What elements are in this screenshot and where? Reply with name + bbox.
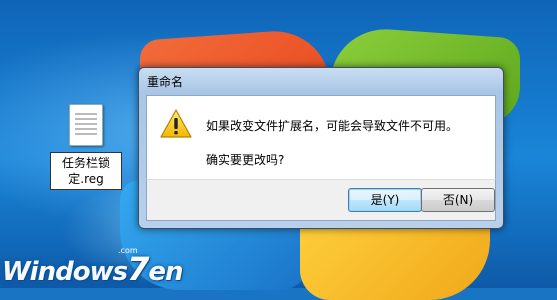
dialog-body: 如果改变文件扩展名，可能会导致文件不可用。 确实要更改吗?: [146, 95, 496, 180]
rename-dialog: 重命名 如果改变文件扩展名，可能会导致文件不可用。 确实要更改吗? 是(Y) 否…: [138, 67, 504, 229]
yes-button[interactable]: 是(Y): [348, 188, 422, 212]
dialog-message-line1: 如果改变文件扩展名，可能会导致文件不可用。: [206, 119, 459, 133]
dialog-footer: 是(Y) 否(N): [146, 179, 496, 221]
watermark-domain: .com: [118, 246, 138, 255]
warning-icon: [160, 109, 192, 138]
dialog-title: 重命名: [147, 75, 184, 89]
watermark-logo: Windows7en: [2, 250, 184, 288]
dialog-message-line2: 确实要更改吗?: [206, 153, 285, 167]
no-button[interactable]: 否(N): [421, 188, 495, 212]
desktop-file-label[interactable]: 任务栏锁定.reg: [50, 152, 122, 190]
watermark-text-seven: 7: [127, 250, 149, 288]
reg-file-icon: [69, 104, 103, 146]
desktop-file-icon[interactable]: 任务栏锁定.reg: [48, 104, 124, 190]
watermark-text-windows: Windows: [2, 257, 128, 287]
watermark-text-en: en: [148, 257, 183, 287]
